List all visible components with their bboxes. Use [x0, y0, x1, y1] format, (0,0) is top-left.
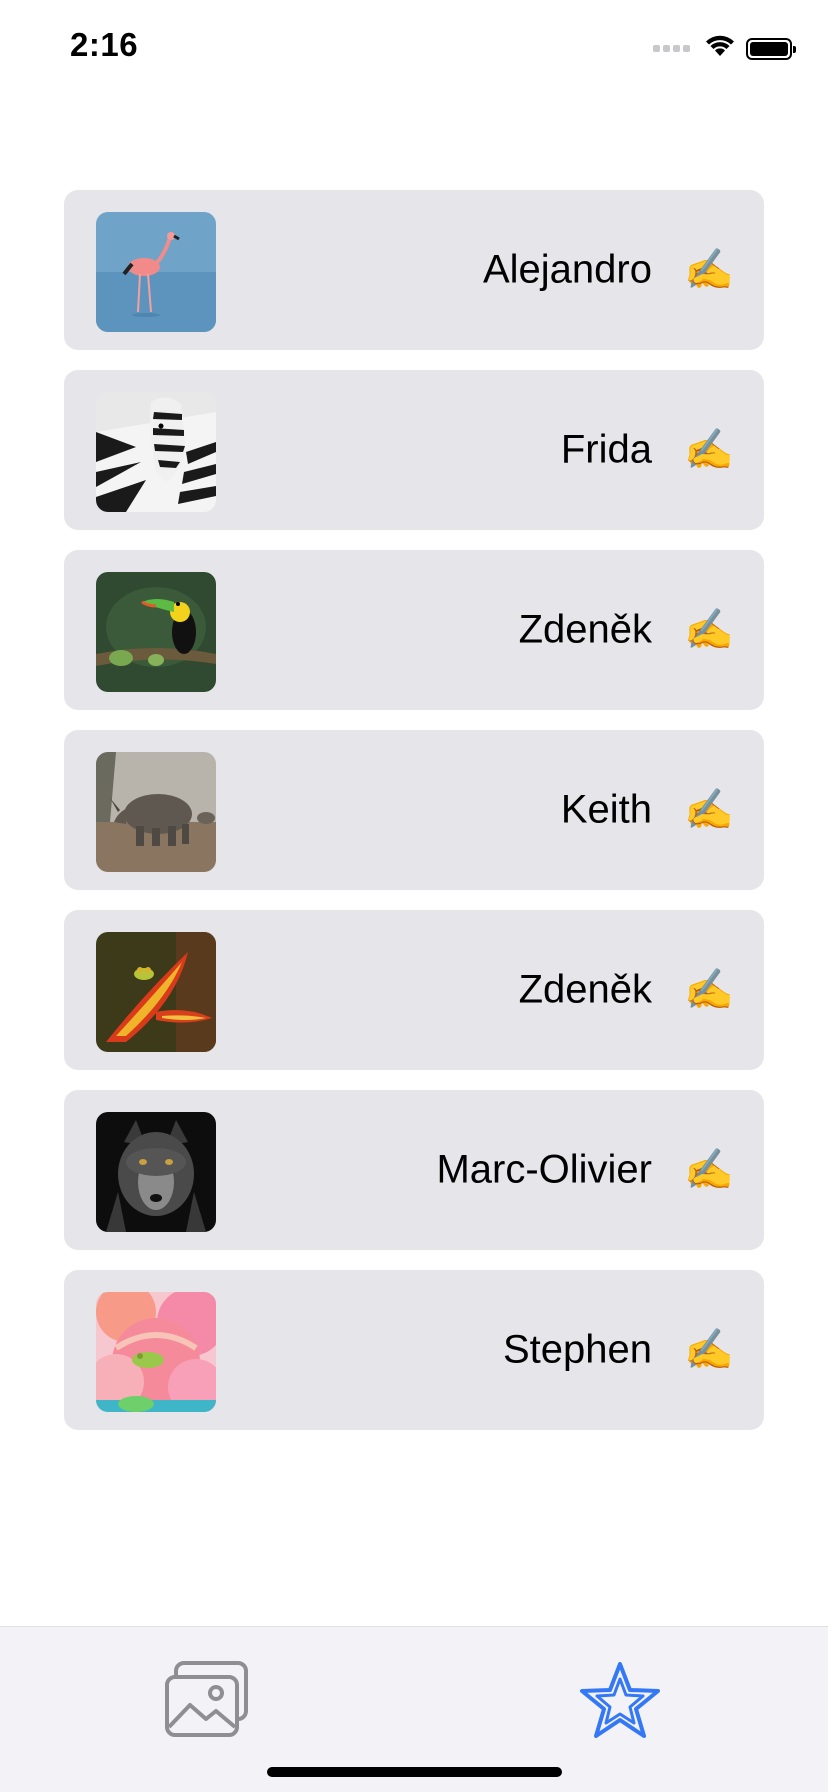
list-item[interactable]: Stephen ✍️ [64, 1270, 764, 1430]
frog-on-rose-image [96, 1292, 216, 1412]
photos-icon [164, 1660, 250, 1744]
star-icon [579, 1661, 661, 1744]
edit-icon[interactable]: ✍️ [684, 610, 734, 650]
status-icons [653, 34, 796, 63]
rhino-image [96, 752, 216, 872]
signal-dots-icon [653, 45, 690, 52]
edit-icon[interactable]: ✍️ [684, 1330, 734, 1370]
edit-icon[interactable]: ✍️ [684, 430, 734, 470]
animal-list: Alejandro ✍️ Frida ✍️ Zdeněk ✍️ Keith ✍️… [64, 190, 764, 1450]
status-bar: 2:16 [0, 0, 828, 100]
wifi-icon [704, 34, 736, 63]
wolf-image [96, 1112, 216, 1232]
item-name: Keith [560, 787, 652, 832]
frog-on-flower-image [96, 932, 216, 1052]
item-name: Zdeněk [518, 967, 652, 1012]
list-item[interactable]: Zdeněk ✍️ [64, 550, 764, 710]
list-item[interactable]: Alejandro ✍️ [64, 190, 764, 350]
edit-icon[interactable]: ✍️ [684, 1150, 734, 1190]
edit-icon[interactable]: ✍️ [684, 970, 734, 1010]
tab-favorites[interactable] [570, 1657, 670, 1747]
item-name: Marc-Olivier [436, 1147, 652, 1192]
tab-photos[interactable] [157, 1657, 257, 1747]
battery-icon [746, 37, 796, 60]
list-item[interactable]: Marc-Olivier ✍️ [64, 1090, 764, 1250]
item-name: Alejandro [482, 247, 652, 292]
item-name: Frida [560, 427, 652, 472]
list-item[interactable]: Keith ✍️ [64, 730, 764, 890]
edit-icon[interactable]: ✍️ [684, 250, 734, 290]
edit-icon[interactable]: ✍️ [684, 790, 734, 830]
toucan-image [96, 572, 216, 692]
list-item[interactable]: Zdeněk ✍️ [64, 910, 764, 1070]
flamingo-image [96, 212, 216, 332]
list-item[interactable]: Frida ✍️ [64, 370, 764, 530]
zebra-image [96, 392, 216, 512]
item-name: Stephen [502, 1327, 652, 1372]
item-name: Zdeněk [518, 607, 652, 652]
screen: 2:16 Alejandro ✍️ Frida ✍️ Zdeněk ✍️ Kei… [0, 0, 828, 1792]
status-time: 2:16 [70, 26, 139, 63]
home-indicator[interactable] [267, 1767, 562, 1777]
